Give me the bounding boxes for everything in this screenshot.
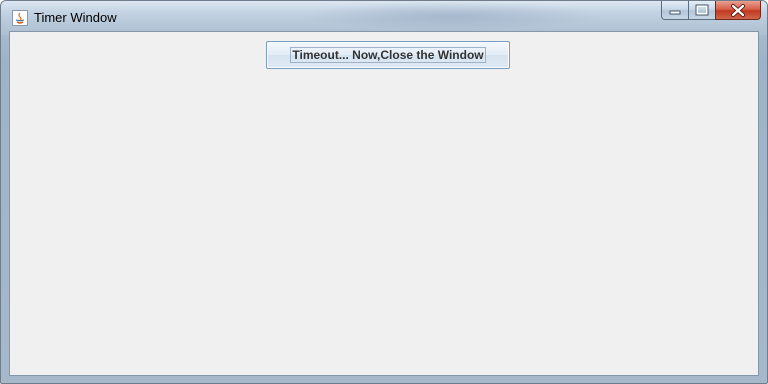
- maximize-icon: [695, 4, 709, 16]
- timeout-close-button[interactable]: Timeout... Now,Close the Window: [266, 41, 510, 69]
- window-controls: [661, 1, 761, 21]
- java-icon[interactable]: [12, 10, 28, 26]
- content-pane: Timeout... Now,Close the Window: [9, 31, 759, 376]
- title-bar[interactable]: Timer Window: [1, 1, 767, 35]
- close-icon: [731, 4, 745, 17]
- title-bar-glare: [301, 1, 601, 31]
- window-title: Timer Window: [34, 10, 117, 25]
- maximize-button[interactable]: [688, 1, 715, 20]
- minimize-button[interactable]: [661, 1, 688, 20]
- timeout-button-label: Timeout... Now,Close the Window: [290, 47, 486, 63]
- close-button[interactable]: [715, 1, 761, 20]
- minimize-icon: [669, 10, 681, 15]
- timer-window: Timer Window Timeout... Now,Close the Wi…: [0, 0, 768, 384]
